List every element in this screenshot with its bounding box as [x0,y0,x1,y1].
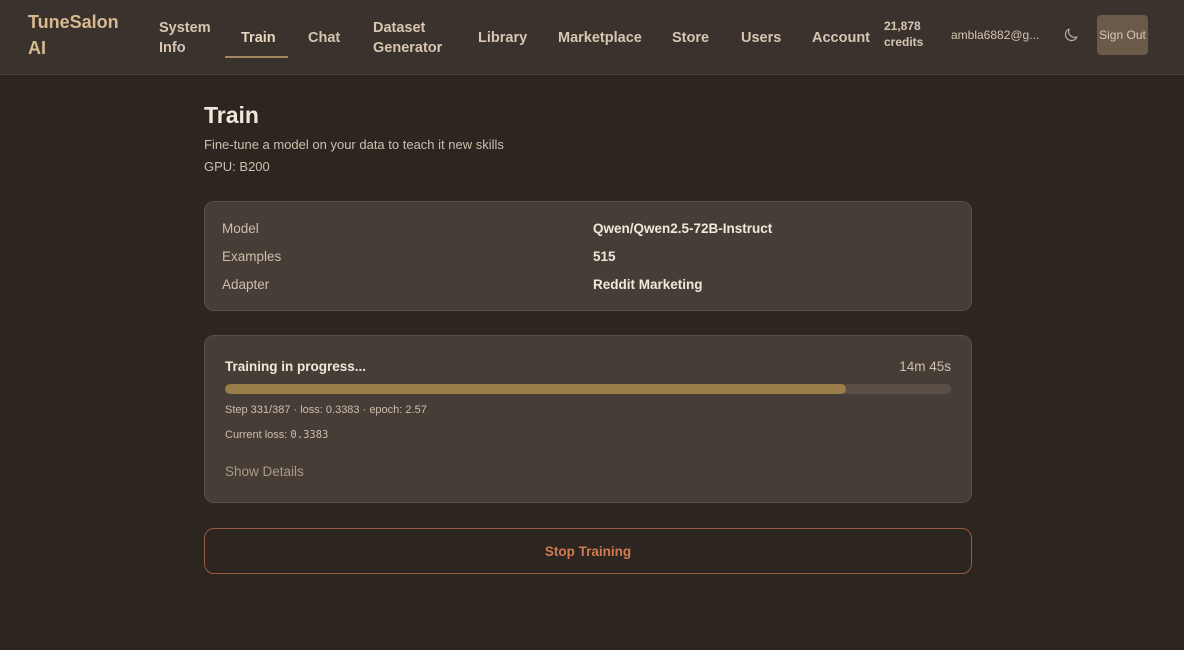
examples-value: 515 [593,249,616,264]
elapsed-time: 14m 45s [899,359,951,374]
credits-balance: 21,878 credits [884,19,924,49]
active-tab-indicator [225,56,288,58]
model-label: Model [222,221,259,236]
nav-users[interactable]: Users [741,0,781,75]
progress-status: Training in progress... [225,359,367,374]
model-row: Model Qwen/Qwen2.5-72B-Instruct [222,221,962,241]
nav-store[interactable]: Store [672,0,709,75]
moon-icon[interactable] [1062,26,1080,44]
page-title: Train [204,102,259,128]
nav-dataset-generator[interactable]: Dataset Generator [373,0,453,75]
progress-bar-fill [225,384,846,394]
gpu-info: GPU: B200 [204,159,270,174]
progress-bar [225,384,951,394]
training-config-card: Model Qwen/Qwen2.5-72B-Instruct Examples… [204,201,972,311]
user-email[interactable]: ambla6882@g... [951,28,1043,42]
sign-out-button[interactable]: Sign Out [1097,15,1148,55]
nav-system-info[interactable]: System Info [159,0,239,75]
nav-train[interactable]: Train [241,0,276,75]
nav-account[interactable]: Account [812,0,870,75]
examples-label: Examples [222,249,282,264]
current-loss-label: Current loss: [225,429,288,441]
nav-chat[interactable]: Chat [308,0,340,75]
step-details: Step 331/387 · loss: 0.3383 · epoch: 2.5… [225,404,427,416]
page-subtitle: Fine-tune a model on your data to teach … [204,137,504,152]
training-progress-card: Training in progress... 14m 45s Step 331… [204,335,972,503]
adapter-row: Adapter Reddit Marketing [222,277,962,297]
brand-logo[interactable]: TuneSalon AI [28,9,128,61]
nav-library[interactable]: Library [478,0,527,75]
examples-row: Examples 515 [222,249,962,269]
top-navigation-bar: TuneSalon AI System Info Train Chat Data… [0,0,1184,75]
model-value: Qwen/Qwen2.5-72B-Instruct [593,221,773,236]
current-loss: Current loss: 0.3383 [225,429,328,441]
show-details-toggle[interactable]: Show Details [225,464,304,479]
current-loss-value: 0.3383 [290,429,329,441]
adapter-value: Reddit Marketing [593,277,703,292]
stop-training-button[interactable]: Stop Training [204,528,972,574]
adapter-label: Adapter [222,277,270,292]
nav-marketplace[interactable]: Marketplace [558,0,642,75]
